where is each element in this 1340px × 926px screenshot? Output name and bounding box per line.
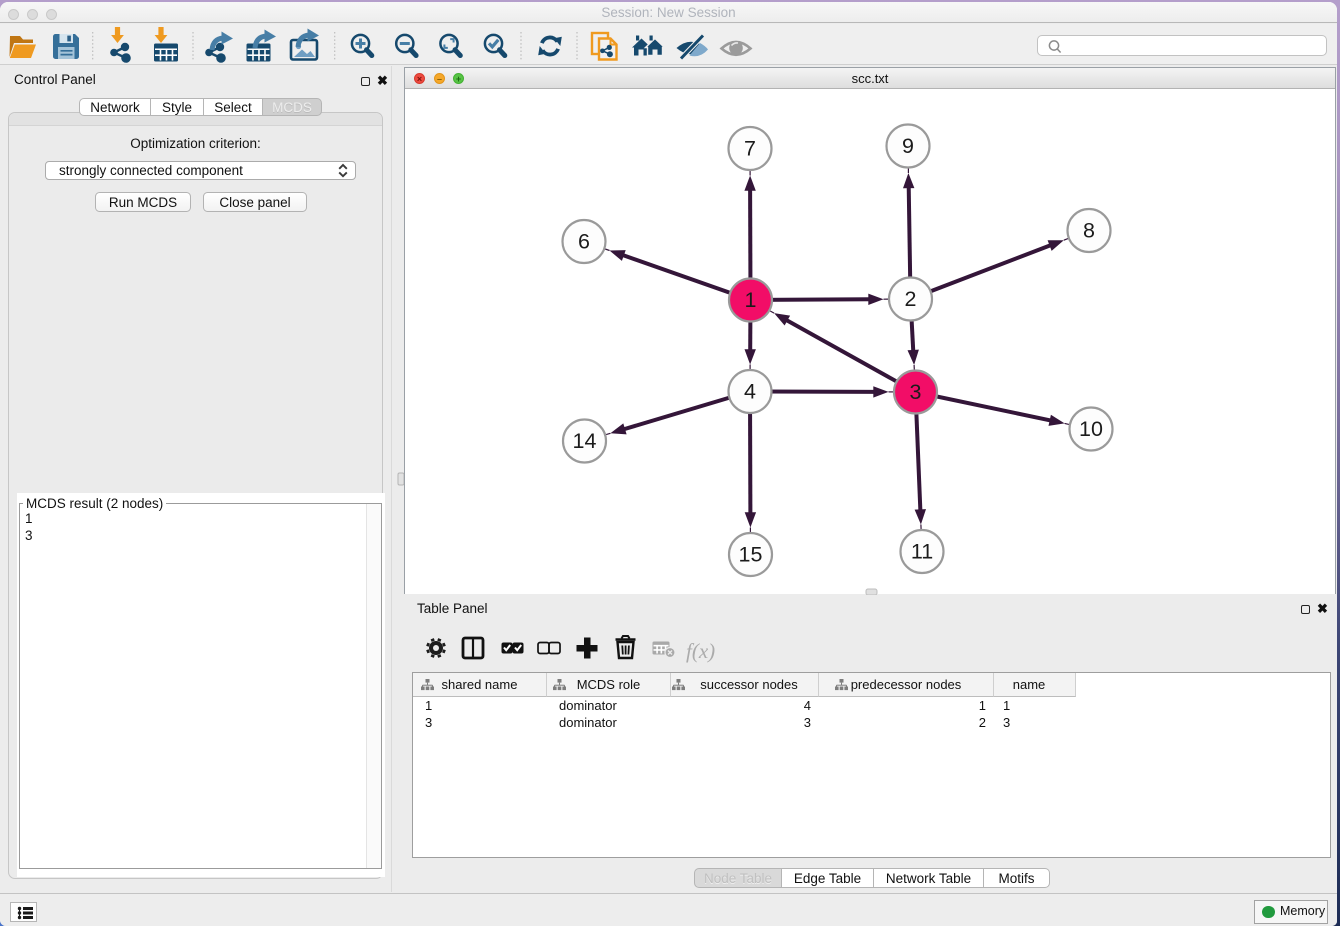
- svg-text:15: 15: [739, 543, 763, 567]
- svg-text:f(x): f(x): [686, 639, 715, 663]
- svg-text:7: 7: [744, 137, 756, 161]
- svg-text:11: 11: [911, 540, 933, 564]
- svg-text:9: 9: [902, 134, 914, 158]
- svg-text:1: 1: [745, 288, 757, 312]
- svg-text:4: 4: [744, 380, 756, 404]
- svg-text:8: 8: [1083, 219, 1095, 243]
- svg-text:10: 10: [1079, 417, 1103, 441]
- svg-text:2: 2: [905, 287, 917, 311]
- svg-text:6: 6: [578, 230, 590, 254]
- svg-text:14: 14: [573, 429, 597, 453]
- svg-text:3: 3: [910, 380, 922, 404]
